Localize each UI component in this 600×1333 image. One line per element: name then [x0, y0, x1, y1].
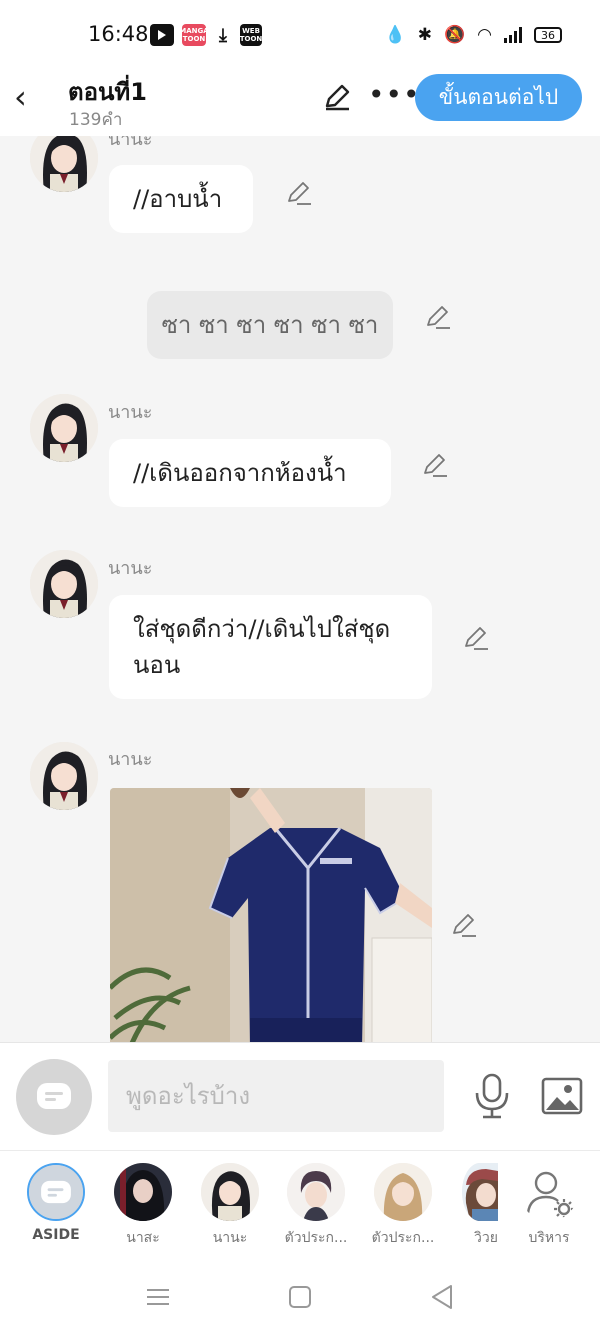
system-nav-bar — [0, 1260, 600, 1333]
manage-characters-icon — [520, 1163, 578, 1221]
back-icon[interactable]: ‹ — [14, 80, 40, 114]
chat-area[interactable]: นานะ //อาบน้ำ ซา ซา ซา ซา ซา ซา นานะ //เ… — [0, 136, 600, 1042]
download-icon: ⤓ — [219, 24, 227, 46]
avatar-nana[interactable] — [30, 550, 98, 618]
message-image[interactable] — [110, 788, 432, 1042]
avatar-nana[interactable] — [30, 394, 98, 462]
image-upload-icon[interactable] — [541, 1077, 583, 1115]
character-label: นานะ — [212, 1230, 248, 1246]
status-bar: 16:48 MANGA TOON ⤓ WEB TOON 💧 ✱ 🔕 ◠ 36 — [0, 0, 600, 62]
signal-icon — [504, 27, 522, 43]
character-picker: ASIDE นาสะ นานะ ตัวประก... ตัวประก... วิ… — [0, 1150, 600, 1260]
character-nana[interactable]: นานะ — [190, 1163, 270, 1249]
character-aside[interactable]: ASIDE — [16, 1163, 96, 1243]
message-bubble[interactable]: //อาบน้ำ — [109, 165, 253, 233]
character-nasa[interactable]: นาสะ — [103, 1163, 183, 1249]
speaker-name: นานะ — [108, 558, 153, 579]
status-app-icons: MANGA TOON ⤓ WEB TOON — [150, 24, 262, 46]
character-lead-1[interactable]: ตัวประก... — [276, 1163, 356, 1249]
navy-pajamas-photo — [110, 788, 432, 1042]
character-label: ASIDE — [32, 1227, 80, 1243]
character-avatar — [201, 1163, 259, 1221]
speaker-name: นานะ — [108, 402, 153, 423]
character-avatar — [462, 1163, 498, 1221]
wifi-icon: ◠ — [477, 25, 492, 45]
message-input[interactable] — [108, 1060, 444, 1132]
status-time: 16:48 — [88, 22, 149, 46]
mangatoon-icon: MANGA TOON — [179, 24, 209, 46]
edit-message-icon[interactable] — [285, 179, 313, 207]
character-lead-2[interactable]: ตัวประก... — [363, 1163, 443, 1249]
chat-bubble-icon — [29, 1165, 83, 1219]
home-icon[interactable] — [285, 1282, 315, 1312]
edit-message-icon[interactable] — [424, 303, 452, 331]
next-step-button[interactable]: ขั้นตอนต่อไป — [415, 74, 582, 121]
character-label: บริหาร — [528, 1230, 570, 1246]
message-bubble[interactable]: //เดินออกจากห้องน้ำ — [109, 439, 391, 507]
composer-bar — [0, 1042, 600, 1150]
bluetooth-icon: ✱ — [417, 25, 432, 45]
edit-message-icon[interactable] — [462, 624, 490, 652]
character-avatar — [114, 1163, 172, 1221]
app-header: ‹ ตอนที่1 139คำ ••• ขั้นตอนต่อไป — [0, 62, 600, 136]
character-label: ตัวประก... — [371, 1230, 435, 1246]
status-indicators: 💧 ✱ 🔕 ◠ 36 — [385, 25, 562, 45]
mute-icon: 🔕 — [443, 25, 466, 45]
microphone-icon[interactable] — [472, 1073, 512, 1119]
edit-title-icon[interactable] — [322, 82, 352, 112]
avatar-nana[interactable] — [30, 136, 98, 192]
battery-icon: 36 — [534, 27, 562, 43]
youtube-icon — [150, 24, 174, 46]
aside-toggle-button[interactable] — [16, 1059, 92, 1135]
character-label: ตัวประก... — [284, 1230, 348, 1246]
data-saver-icon: 💧 — [384, 25, 406, 45]
webtoon-icon: WEB TOON — [240, 24, 262, 46]
character-label: นาสะ — [126, 1230, 160, 1246]
message-bubble[interactable]: ใส่ชุดดีกว่า//เดินไปใส่ชุดนอน — [109, 595, 432, 699]
chat-bubble-icon — [37, 1083, 71, 1109]
character-avatar — [287, 1163, 345, 1221]
character-avatar — [374, 1163, 432, 1221]
speaker-name: นานะ — [108, 749, 153, 770]
edit-message-icon[interactable] — [421, 451, 449, 479]
more-options-icon[interactable]: ••• — [368, 78, 421, 111]
speaker-name: นานะ — [108, 136, 153, 150]
edit-message-icon[interactable] — [450, 911, 478, 939]
manage-characters-button[interactable]: บริหาร — [509, 1163, 589, 1249]
word-count: 139คำ — [69, 110, 123, 130]
menu-icon[interactable] — [143, 1282, 173, 1312]
back-nav-icon[interactable] — [427, 1282, 457, 1312]
aside-avatar — [27, 1163, 85, 1221]
avatar-nana[interactable] — [30, 742, 98, 810]
narration-bubble[interactable]: ซา ซา ซา ซา ซา ซา — [147, 291, 393, 359]
